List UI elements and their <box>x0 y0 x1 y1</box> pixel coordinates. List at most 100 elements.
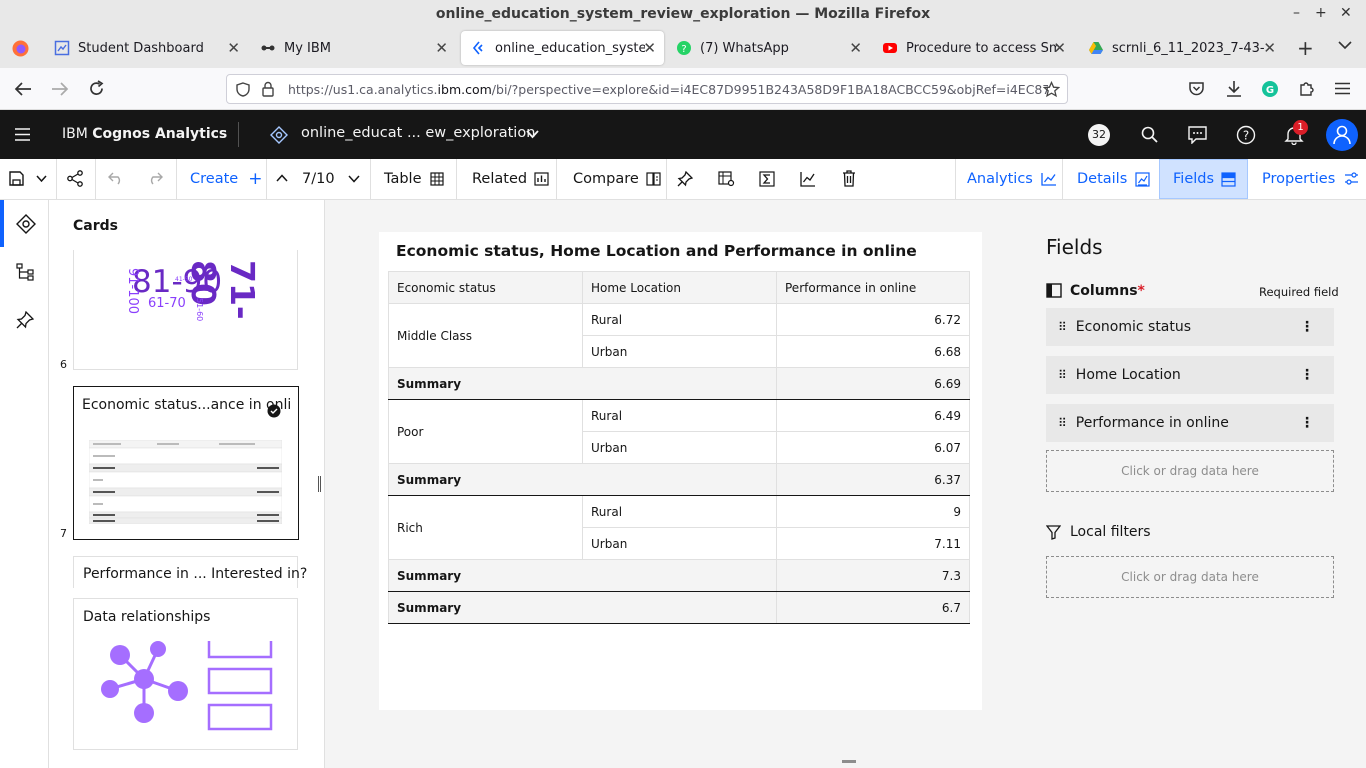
field-item-performance[interactable]: ⠿ Performance in online ⋮ <box>1046 404 1334 442</box>
extensions-puzzle-icon[interactable] <box>1298 80 1315 97</box>
table-view-button[interactable]: Table <box>384 159 444 199</box>
downloads-icon[interactable] <box>1226 80 1242 98</box>
app-menu-icon[interactable] <box>15 128 30 141</box>
undo-icon[interactable] <box>108 172 124 185</box>
close-window-button[interactable]: ✕ <box>1340 5 1352 21</box>
forward-arrow-icon[interactable] <box>51 81 69 97</box>
value-cell[interactable]: 6.49 <box>776 399 970 432</box>
help-icon[interactable]: ? <box>1236 125 1256 145</box>
minimize-button[interactable]: – <box>1293 5 1300 21</box>
url-bar[interactable]: https://us1.ca.analytics.ibm.com/bi/?per… <box>226 74 1068 104</box>
close-tab-icon[interactable]: ✕ <box>849 39 862 57</box>
analytics-tab[interactable]: Analytics <box>967 159 1057 199</box>
tab-whatsapp[interactable]: ? (7) WhatsApp ✕ <box>668 31 870 65</box>
value-cell[interactable]: 6.72 <box>776 303 970 336</box>
card-7-selected[interactable]: Economic status...ance in online <box>73 386 299 540</box>
card-9-data-relationships[interactable]: Data relationships <box>73 598 298 750</box>
trend-chart-icon[interactable] <box>800 171 816 187</box>
summary-value[interactable]: 7.3 <box>776 559 970 592</box>
previous-card-chevron-up-icon[interactable] <box>276 174 288 182</box>
overflow-menu-icon[interactable]: ⋮ <box>1300 367 1314 383</box>
close-tab-icon[interactable]: ✕ <box>227 39 240 57</box>
create-button[interactable]: Create + <box>190 159 262 199</box>
value-cell[interactable]: 9 <box>776 495 970 528</box>
title-chevron-down-icon[interactable] <box>526 130 539 139</box>
share-icon[interactable] <box>67 170 83 187</box>
properties-tab[interactable]: Properties <box>1262 159 1359 199</box>
data-tree-rail-icon[interactable] <box>16 263 34 281</box>
pins-rail-icon[interactable] <box>16 311 34 329</box>
app-brand[interactable]: IBM Cognos Analytics <box>62 126 227 142</box>
drag-handle-icon[interactable]: ⠿ <box>1058 368 1067 382</box>
location-cell[interactable]: Rural <box>582 303 777 336</box>
overflow-menu-icon[interactable]: ⋮ <box>1300 415 1314 431</box>
user-avatar[interactable] <box>1326 119 1358 151</box>
drag-handle-icon[interactable]: ⠿ <box>1058 320 1067 334</box>
group-cell[interactable]: Poor <box>388 399 583 464</box>
tab-student-dashboard[interactable]: Student Dashboard ✕ <box>46 31 248 65</box>
location-cell[interactable]: Urban <box>582 527 777 560</box>
location-cell[interactable]: Urban <box>582 335 777 368</box>
summary-value[interactable]: 6.37 <box>776 463 970 496</box>
document-title[interactable]: online_educat ... ew_exploration <box>301 125 535 141</box>
compare-button[interactable]: Compare <box>573 159 661 199</box>
tab-drive-scrnli[interactable]: scrnli_6_11_2023_7-43-00 P ✕ <box>1080 31 1284 65</box>
save-chevron-down-icon[interactable] <box>36 175 47 183</box>
column-header-performance[interactable]: Performance in online <box>776 271 970 304</box>
filters-drop-zone[interactable]: Click or drag data here <box>1046 556 1334 598</box>
close-tab-icon[interactable]: ✕ <box>435 39 448 57</box>
details-tab[interactable]: Details <box>1077 159 1150 199</box>
group-cell[interactable]: Rich <box>388 495 583 560</box>
close-tab-icon[interactable]: ✕ <box>1053 39 1066 57</box>
location-cell[interactable]: Rural <box>582 495 777 528</box>
summation-icon[interactable] <box>759 171 775 187</box>
field-item-home-location[interactable]: ⠿ Home Location ⋮ <box>1046 356 1334 394</box>
card-6-wordcloud[interactable]: 71-80 81-90 91-100 61-70 51-60 41-50 <box>73 250 298 370</box>
table-settings-icon[interactable] <box>718 171 735 187</box>
new-tab-button[interactable]: + <box>1297 36 1314 60</box>
tab-my-ibm[interactable]: My IBM ✕ <box>252 31 456 65</box>
tab-cognos-exploration[interactable]: online_education_system_r ✕ <box>461 31 664 65</box>
redo-icon[interactable] <box>147 172 163 185</box>
next-card-chevron-down-icon[interactable] <box>348 175 360 183</box>
pocket-icon[interactable] <box>1188 81 1205 97</box>
crosstab-table[interactable]: Economic status Home Location Performanc… <box>388 271 970 624</box>
grammarly-icon[interactable]: G <box>1262 81 1278 97</box>
lock-icon[interactable] <box>261 81 275 97</box>
close-tab-icon[interactable]: ✕ <box>643 39 656 57</box>
save-icon[interactable] <box>9 171 24 186</box>
back-arrow-icon[interactable] <box>14 81 32 97</box>
assistant-badge[interactable]: 32 <box>1088 124 1110 146</box>
list-tabs-chevron-icon[interactable] <box>1338 40 1352 50</box>
url-text[interactable]: https://us1.ca.analytics.ibm.com/bi/?per… <box>288 82 1048 97</box>
field-item-economic-status[interactable]: ⠿ Economic status ⋮ <box>1046 308 1334 346</box>
shield-icon[interactable] <box>236 82 250 97</box>
cards-rail-icon[interactable] <box>16 214 36 234</box>
panel-resize-divider[interactable] <box>318 200 332 768</box>
fields-tab[interactable]: Fields <box>1159 159 1248 199</box>
delete-trash-icon[interactable] <box>842 170 856 187</box>
grand-total-value[interactable]: 6.7 <box>776 591 970 624</box>
location-cell[interactable]: Rural <box>582 399 777 432</box>
close-tab-icon[interactable]: ✕ <box>1263 39 1276 57</box>
value-cell[interactable]: 6.07 <box>776 431 970 464</box>
chat-icon[interactable] <box>1188 126 1207 144</box>
overflow-menu-icon[interactable]: ⋮ <box>1300 319 1314 335</box>
resize-handle-icon[interactable] <box>318 476 321 492</box>
canvas-resize-handle-icon[interactable] <box>842 760 856 763</box>
bookmark-star-icon[interactable] <box>1043 81 1060 98</box>
summary-value[interactable]: 6.69 <box>776 367 970 400</box>
group-cell[interactable]: Middle Class <box>388 303 583 368</box>
columns-drop-zone[interactable]: Click or drag data here <box>1046 450 1334 492</box>
reload-icon[interactable] <box>88 80 105 97</box>
related-button[interactable]: Related <box>472 159 549 199</box>
hamburger-menu-icon[interactable] <box>1335 82 1350 95</box>
drag-handle-icon[interactable]: ⠿ <box>1058 416 1067 430</box>
column-header-economic-status[interactable]: Economic status <box>388 271 583 304</box>
card-8[interactable]: Performance in ... Interested in? <box>73 556 307 588</box>
value-cell[interactable]: 7.11 <box>776 527 970 560</box>
value-cell[interactable]: 6.68 <box>776 335 970 368</box>
firefox-icon[interactable] <box>12 40 29 57</box>
pin-icon[interactable] <box>677 171 693 187</box>
search-icon[interactable] <box>1141 126 1158 143</box>
